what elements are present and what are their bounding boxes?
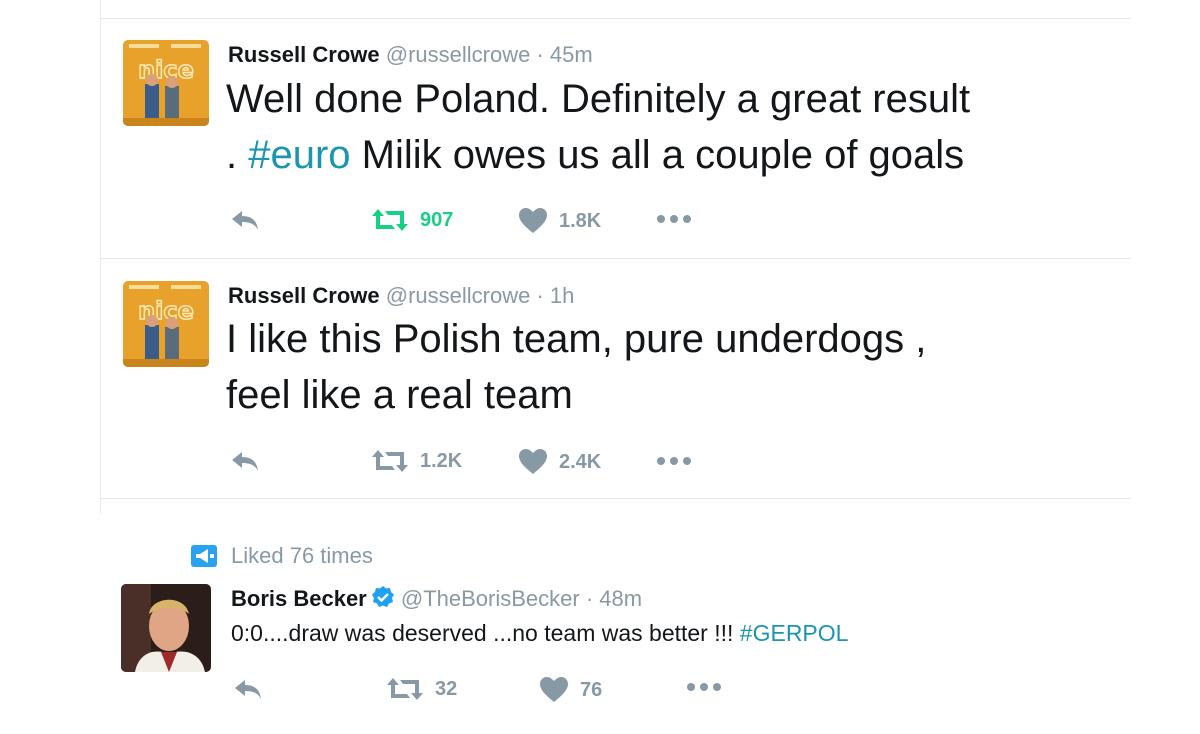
user-handle[interactable]: @TheBorisBecker <box>401 586 580 611</box>
timestamp[interactable]: 48m <box>599 586 642 611</box>
user-name[interactable]: Boris Becker <box>231 586 367 611</box>
liked-context: Liked 76 times <box>191 543 373 569</box>
tweet-text: 0:0....draw was deserved ...no team was … <box>231 618 848 648</box>
text-fragment: . <box>226 133 249 177</box>
like-button[interactable]: 76 <box>540 677 602 703</box>
timestamp[interactable]: 45m <box>550 42 593 67</box>
text-fragment: 0:0....draw was deserved ...no team was … <box>231 620 740 646</box>
hashtag-link[interactable]: #euro <box>248 133 350 177</box>
like-icon <box>540 677 568 703</box>
avatar[interactable] <box>121 584 211 672</box>
reply-button[interactable] <box>230 449 260 473</box>
retweet-icon <box>372 208 408 232</box>
tweet-text-line: . #euro Milik owes us all a couple of go… <box>226 127 964 183</box>
user-name[interactable]: Russell Crowe <box>228 42 380 67</box>
hashtag-link[interactable]: #GERPOL <box>740 620 849 646</box>
more-icon <box>686 682 722 692</box>
separator: · <box>536 283 544 308</box>
tweet-header: Boris Becker @TheBorisBecker · 48m <box>231 585 642 615</box>
tweet-text-line: feel like a real team <box>226 373 573 417</box>
user-handle[interactable]: @russellcrowe <box>386 42 531 67</box>
more-icon <box>656 214 692 224</box>
tweet-text-line: Well done Poland. Definitely a great res… <box>226 77 971 121</box>
like-count: 1.8K <box>559 209 602 232</box>
more-button[interactable] <box>656 214 692 224</box>
like-count: 2.4K <box>559 450 602 473</box>
liked-context-icon <box>191 545 217 567</box>
tweet-header: Russell Crowe @russellcrowe · 45m <box>228 42 593 68</box>
separator: · <box>585 586 594 611</box>
more-button[interactable] <box>656 456 692 466</box>
avatar[interactable]: nice <box>123 40 209 126</box>
like-icon <box>519 449 547 475</box>
divider <box>100 18 1131 19</box>
retweet-count: 32 <box>435 677 458 700</box>
reply-icon <box>230 208 260 232</box>
retweet-button[interactable]: 1.2K <box>372 449 462 473</box>
retweet-count: 1.2K <box>420 449 463 472</box>
retweet-button[interactable]: 907 <box>372 208 453 232</box>
retweet-button[interactable]: 32 <box>387 677 457 701</box>
divider <box>100 258 1131 259</box>
separator: · <box>536 42 544 67</box>
reply-button[interactable] <box>230 208 260 232</box>
like-button[interactable]: 2.4K <box>519 449 601 475</box>
more-button[interactable] <box>686 682 722 692</box>
tweet-text-line: I like this Polish team, pure underdogs … <box>226 317 927 361</box>
like-button[interactable]: 1.8K <box>519 208 601 234</box>
retweet-icon <box>387 677 423 701</box>
tweet-header: Russell Crowe @russellcrowe · 1h <box>228 283 574 309</box>
text-fragment: Milik owes us all a couple of goals <box>350 133 965 177</box>
reply-icon <box>233 677 263 701</box>
like-count: 76 <box>580 678 603 701</box>
timestamp[interactable]: 1h <box>550 283 574 308</box>
verified-icon <box>371 585 395 615</box>
liked-context-text: Liked 76 times <box>231 543 373 568</box>
like-icon <box>519 208 547 234</box>
retweet-count: 907 <box>420 208 454 231</box>
reply-icon <box>230 449 260 473</box>
divider <box>100 498 1131 499</box>
avatar[interactable]: nice <box>123 281 209 367</box>
user-name[interactable]: Russell Crowe <box>228 283 380 308</box>
reply-button[interactable] <box>233 677 263 701</box>
user-handle[interactable]: @russellcrowe <box>386 283 531 308</box>
more-icon <box>656 456 692 466</box>
retweet-icon <box>372 449 408 473</box>
